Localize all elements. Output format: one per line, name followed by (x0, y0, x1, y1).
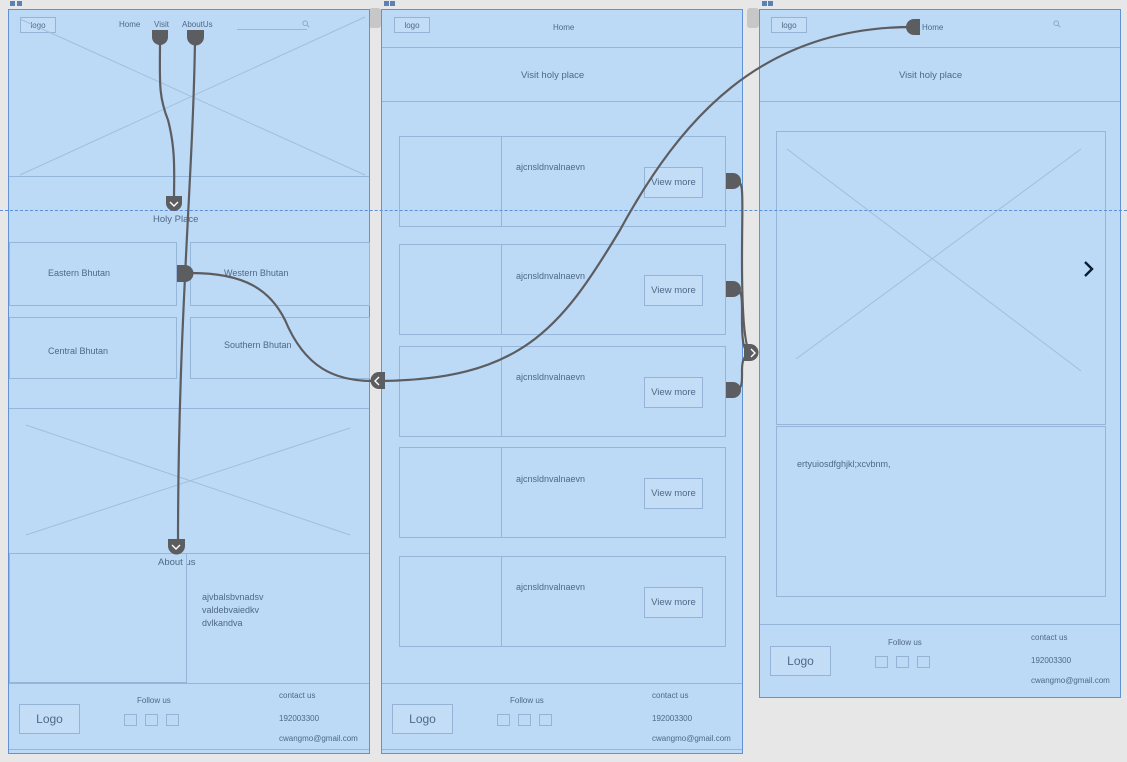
link-source-tab (152, 30, 168, 45)
link-list-to-detail (374, 25, 913, 383)
link-source-tab (187, 30, 204, 46)
link-source-tab (726, 173, 741, 189)
link-view-more-to-detail (734, 179, 753, 355)
link-target-badge (168, 539, 185, 555)
link-target-badge (166, 196, 182, 211)
link-source-tab (726, 281, 741, 297)
link-source-tab (726, 382, 741, 398)
link-about-to-about-section (176, 39, 197, 546)
link-eastern-to-list (190, 271, 374, 383)
link-visit-to-holy-place (158, 39, 176, 201)
link-target-badge (370, 372, 385, 389)
link-source-tab (177, 265, 194, 282)
link-source-tab (906, 19, 920, 35)
prototype-links (152, 19, 920, 555)
link-target-badge (744, 344, 759, 361)
